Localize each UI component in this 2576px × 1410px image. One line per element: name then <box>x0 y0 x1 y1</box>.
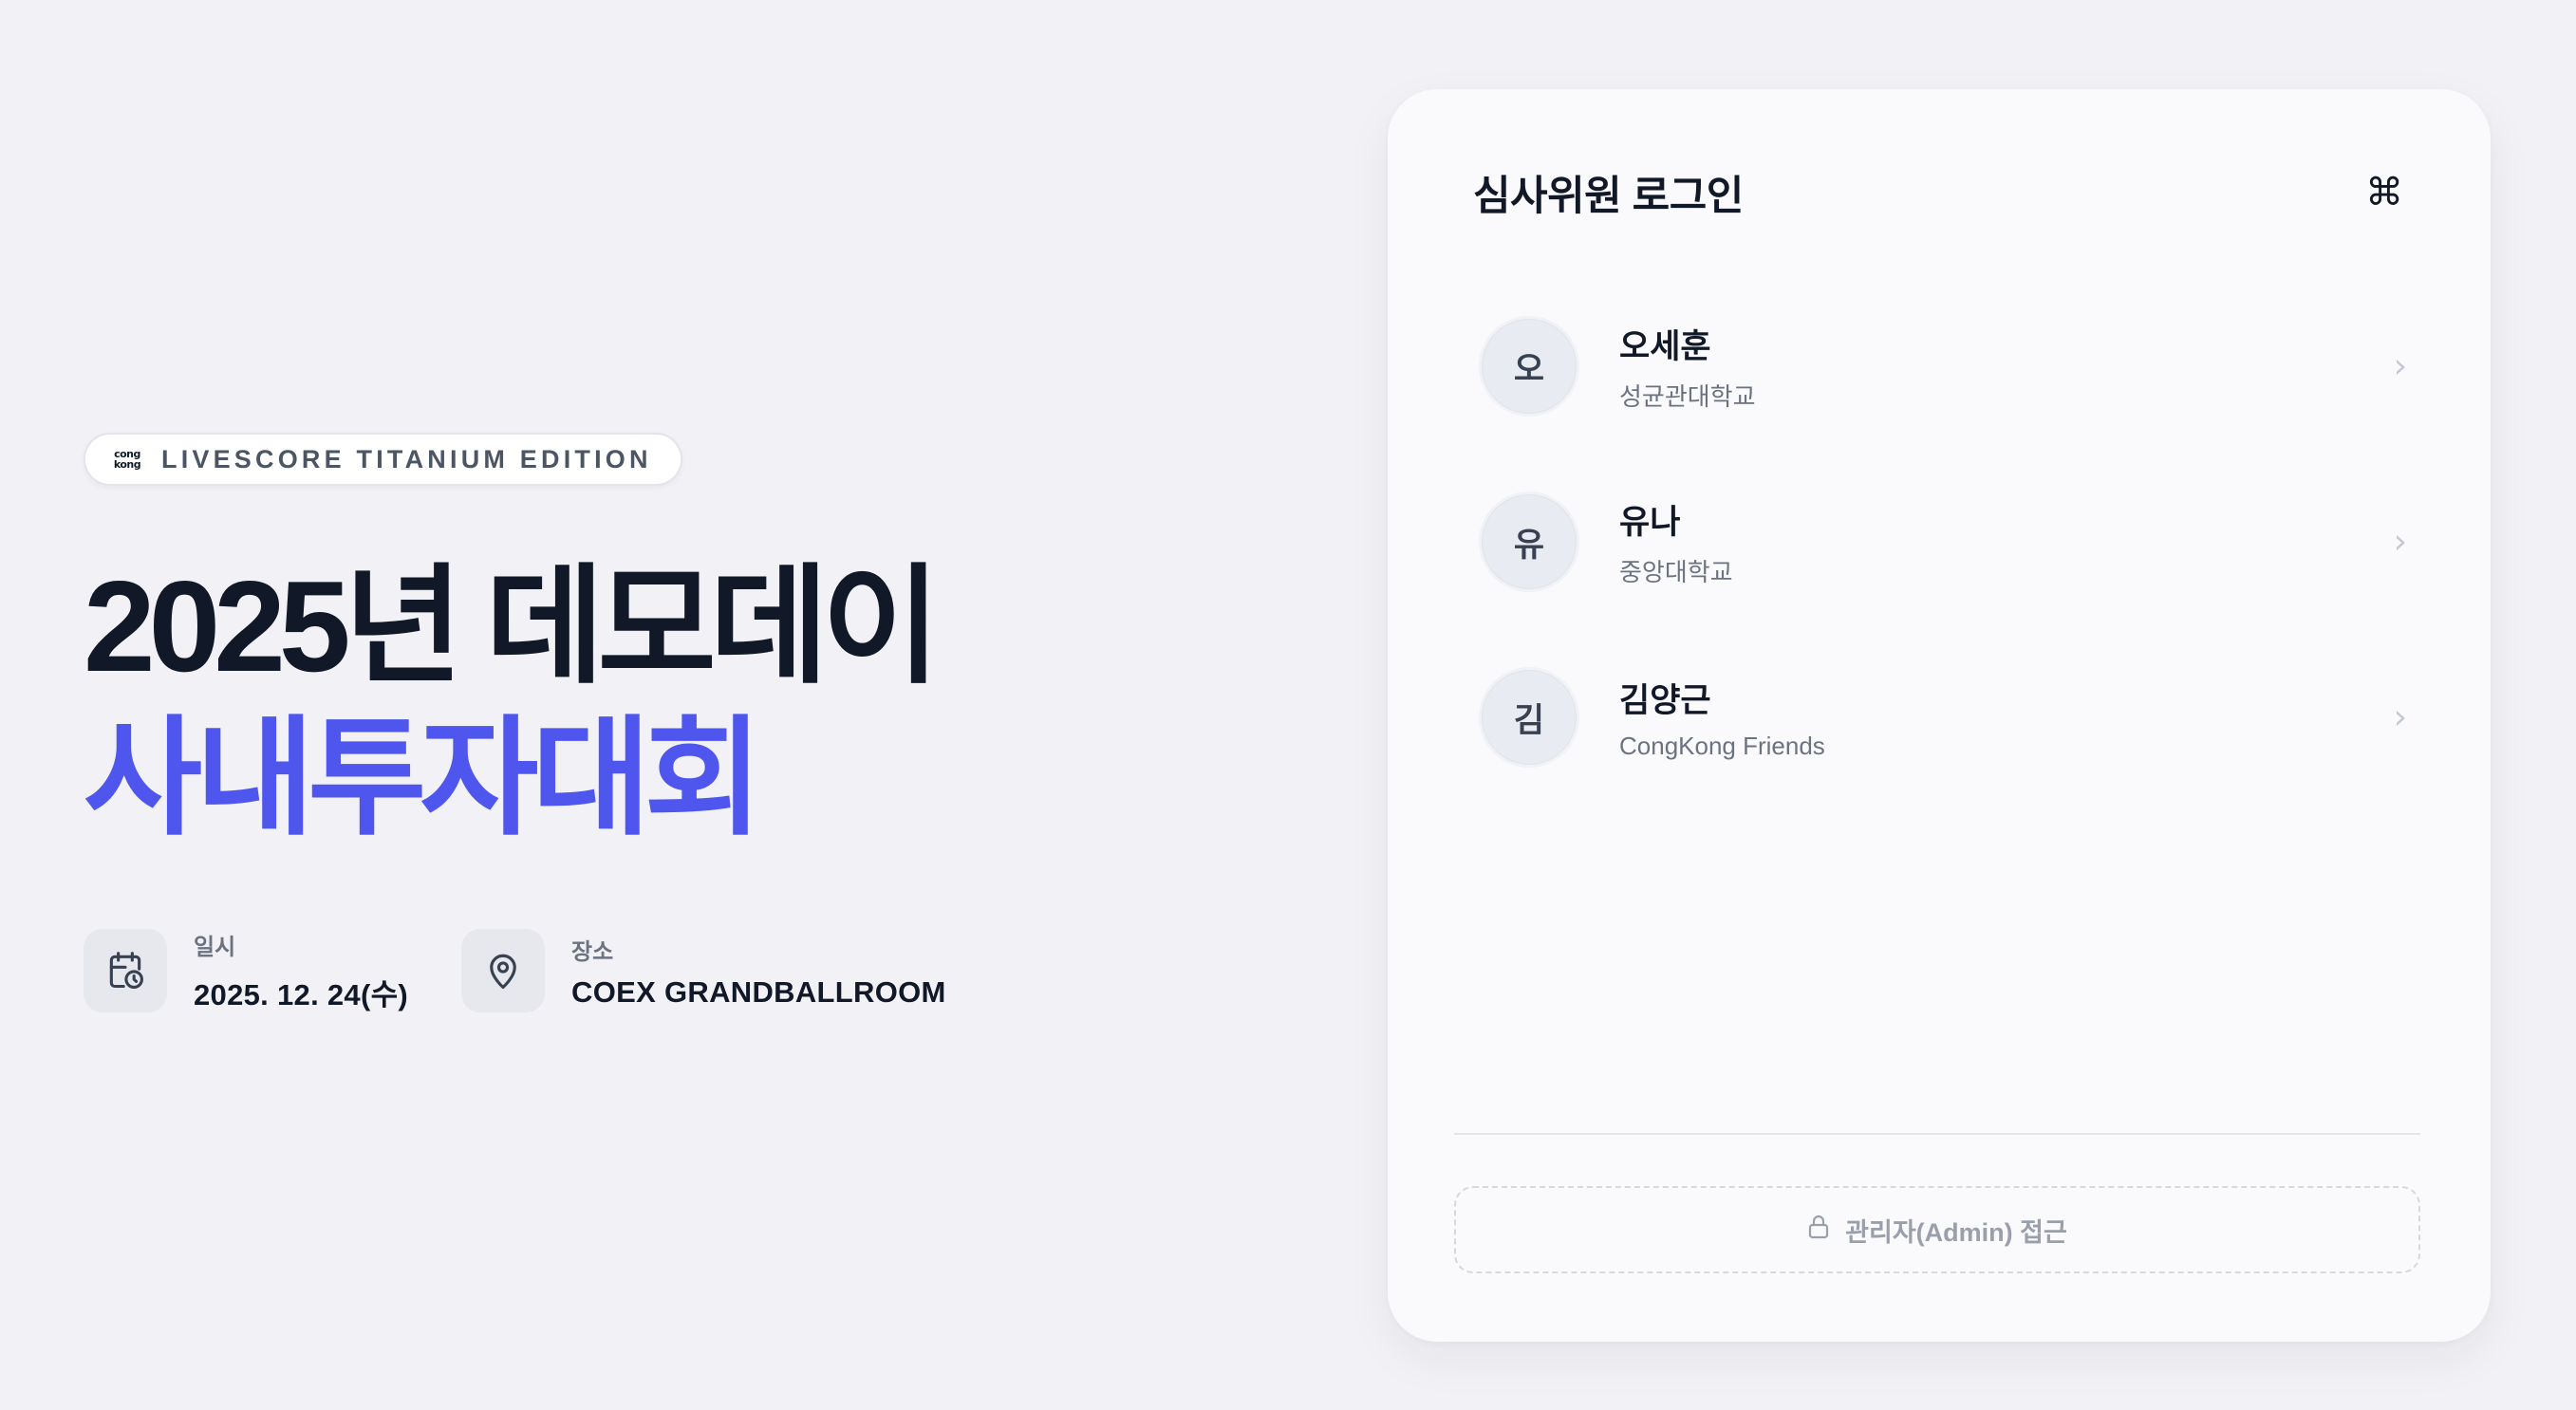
edition-text: LIVESCORE TITANIUM EDITION <box>161 444 652 473</box>
judge-name: 오세훈 <box>1619 328 1711 365</box>
divider <box>1454 1133 2420 1135</box>
calendar-clock-icon <box>84 929 167 1012</box>
judge-item-yu[interactable]: 유 유나 중앙대학교 › <box>1479 475 2428 608</box>
event-place: 장소 COEX GRANDBALLROOM <box>461 929 946 1012</box>
place-value: COEX GRANDBALLROOM <box>571 974 946 1009</box>
chevron-right-icon: › <box>2393 346 2407 386</box>
chevron-right-icon: › <box>2393 697 2407 737</box>
command-icon[interactable]: ⌘ <box>2365 171 2403 214</box>
judge-affiliation: 성균관대학교 <box>1619 382 1756 411</box>
avatar: 오 <box>1479 316 1579 417</box>
place-label: 장소 <box>571 938 614 965</box>
judge-affiliation: 중앙대학교 <box>1619 558 1733 586</box>
map-pin-icon <box>461 929 546 1012</box>
avatar: 김 <box>1479 667 1579 768</box>
lock-icon <box>1807 1215 1830 1246</box>
judge-affiliation: CongKong Friends <box>1619 732 1825 760</box>
page-title-line2: 사내투자대회 <box>84 706 763 850</box>
congkong-logo: cong kong <box>113 448 141 471</box>
judge-list: 오 오세훈 성균관대학교 › 유 유나 중앙대학교 › 김 김양근 CongKo… <box>1479 300 2428 826</box>
judge-item-oh[interactable]: 오 오세훈 성균관대학교 › <box>1479 300 2428 433</box>
chevron-right-icon: › <box>2393 522 2407 562</box>
page-title-line1: 2025년 데모데이 <box>84 554 941 698</box>
event-meta: 일시 2025. 12. 24(수) 장소 COEX GRANDBALLROOM <box>84 928 1317 1013</box>
avatar: 유 <box>1479 492 1579 592</box>
admin-button-label: 관리자(Admin) 접근 <box>1845 1217 2067 1247</box>
card-header: 심사위원 로그인 ⌘ <box>1473 163 2403 222</box>
judge-login-card: 심사위원 로그인 ⌘ 오 오세훈 성균관대학교 › 유 유나 중앙대학교 › 김… <box>1388 89 2491 1342</box>
admin-access-button[interactable]: 관리자(Admin) 접근 <box>1454 1186 2420 1273</box>
date-value: 2025. 12. 24(수) <box>194 978 409 1011</box>
hero-section: cong kong LIVESCORE TITANIUM EDITION 202… <box>84 433 1317 1013</box>
judge-item-kim[interactable]: 김 김양근 CongKong Friends › <box>1479 651 2428 784</box>
card-title: 심사위원 로그인 <box>1473 174 1744 219</box>
date-label: 일시 <box>194 935 236 960</box>
judge-name: 유나 <box>1619 504 1681 541</box>
edition-badge: cong kong LIVESCORE TITANIUM EDITION <box>84 433 682 486</box>
judge-name: 김양근 <box>1619 682 1711 719</box>
page: cong kong LIVESCORE TITANIUM EDITION 202… <box>0 0 2576 1410</box>
event-date: 일시 2025. 12. 24(수) <box>84 928 408 1013</box>
